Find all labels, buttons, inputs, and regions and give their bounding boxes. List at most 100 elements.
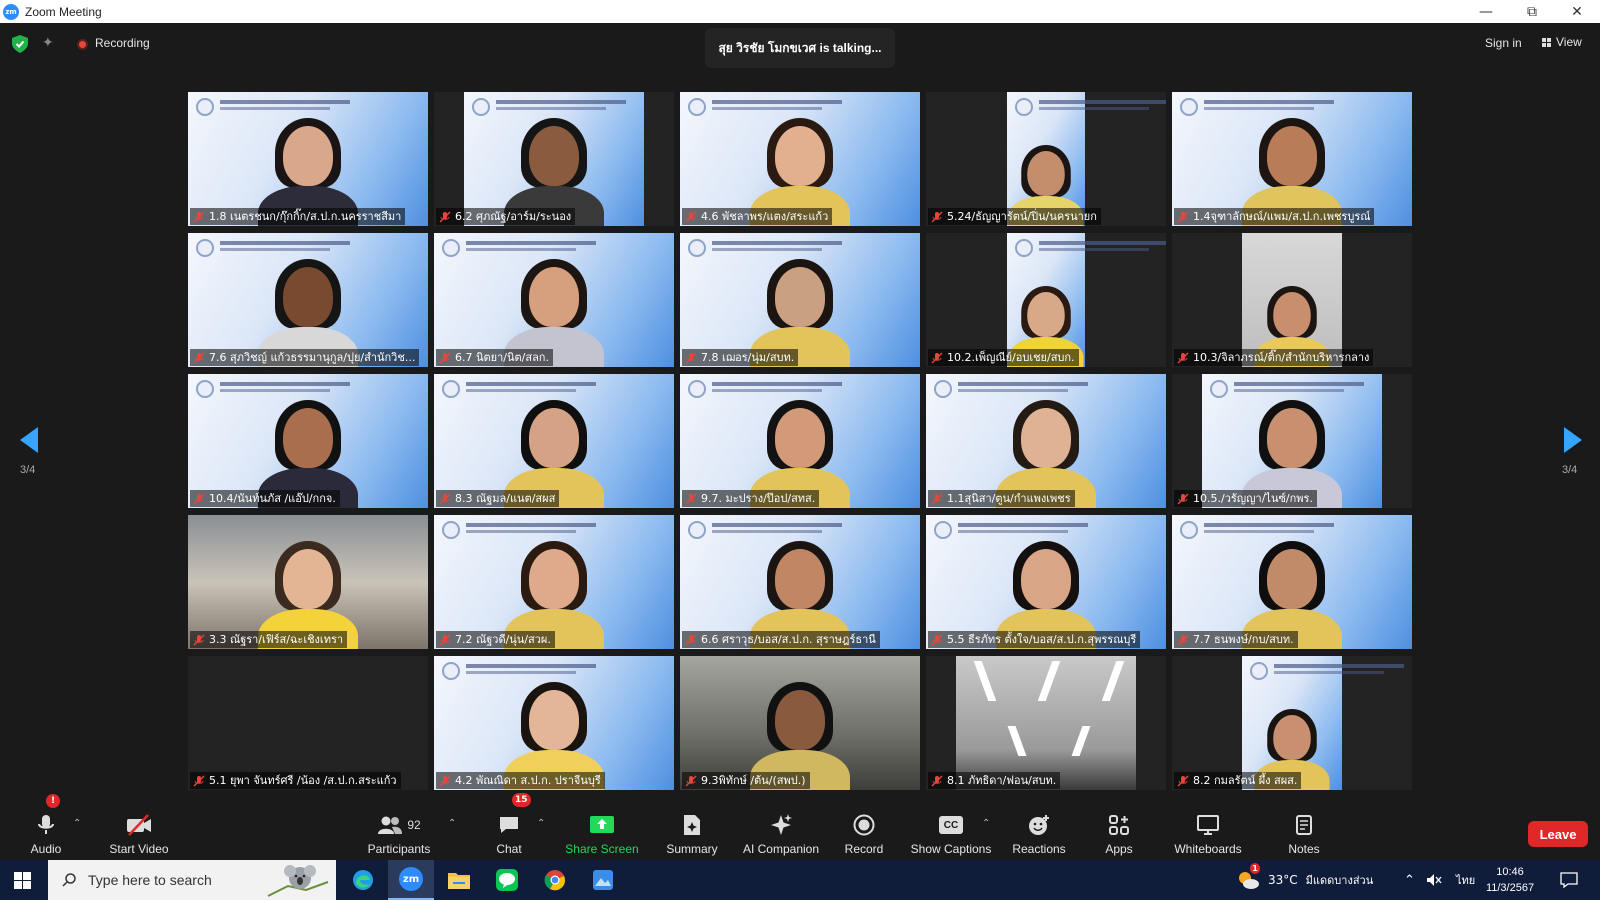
- previous-page-arrow-icon[interactable]: [20, 427, 38, 453]
- mic-muted-icon: [1177, 493, 1189, 504]
- seal-icon: [1180, 98, 1198, 116]
- participant-name: 4.2 พัณณิดา ส.ป.ก. ปราจีนบุรี: [455, 774, 601, 787]
- security-shield-icon[interactable]: [12, 35, 28, 53]
- close-button[interactable]: ✕: [1554, 0, 1600, 23]
- active-speaker-banner: สุย วิรชัย โมกขเวศ is talking...: [705, 28, 895, 68]
- meeting-topbar: ✦ Recording สุย วิรชัย โมกขเวศ is talkin…: [0, 23, 1600, 68]
- participant-tile[interactable]: 1.8 เนตรชนก/กุ๊กกิ๊ก/ส.ป.ก.นครราชสีมา: [188, 92, 428, 226]
- participant-name-label: 5.24/ธัญญารัตน์/ปิ่น/นครนายก: [928, 208, 1101, 225]
- participant-tile[interactable]: 7.6 สุภวิชญ์ แก้วธรรมานุกูล/ปุย/สำนักวิช…: [188, 233, 428, 367]
- notes-label: Notes: [1288, 842, 1320, 856]
- participant-tile[interactable]: 1.1สุนิสา/ตูน/กำแพงเพชร: [926, 374, 1166, 508]
- participant-video: [434, 515, 674, 649]
- participant-video: [434, 233, 674, 367]
- taskbar-zoom-icon[interactable]: zm: [388, 860, 434, 900]
- ai-companion-button[interactable]: AI Companion: [736, 804, 826, 856]
- taskbar-chrome-icon[interactable]: [532, 860, 578, 900]
- participant-tile[interactable]: 6.2 ศุภณัฐ/อาร์ม/ระนอง: [434, 92, 674, 226]
- start-video-button[interactable]: Start Video: [106, 804, 172, 856]
- notes-button[interactable]: Notes: [1286, 804, 1322, 856]
- participant-video: [434, 374, 674, 508]
- whiteboard-icon: [1195, 813, 1221, 837]
- audio-options-caret-icon[interactable]: ⌃: [73, 818, 81, 829]
- participant-tile[interactable]: 7.7 ธนพงษ์/กบ/สบท.: [1172, 515, 1412, 649]
- taskbar-photos-icon[interactable]: [580, 860, 626, 900]
- taskbar-search-box[interactable]: Type here to search: [48, 860, 336, 900]
- taskbar-file-explorer-icon[interactable]: [436, 860, 482, 900]
- participant-name: 9.7. มะปราง/ป๊อป/สทส.: [701, 492, 816, 505]
- participants-icon: 92: [372, 813, 426, 837]
- apps-label: Apps: [1105, 842, 1133, 856]
- record-button[interactable]: Record: [844, 804, 884, 856]
- participant-tile[interactable]: 10.2.เพ็ญณีย์/อบเชย/สบก.: [926, 233, 1166, 367]
- participant-video: [188, 515, 428, 649]
- share-screen-button[interactable]: Share Screen: [564, 804, 640, 856]
- whiteboards-button[interactable]: Whiteboards: [1174, 804, 1242, 856]
- participant-tile[interactable]: 9.3พิทักษ์ /ต้น/(สพป.): [680, 656, 920, 790]
- participant-tile[interactable]: 4.2 พัณณิดา ส.ป.ก. ปราจีนบุรี: [434, 656, 674, 790]
- taskbar-line-icon[interactable]: [484, 860, 530, 900]
- participant-name-label: 8.3 ณัฐมล/แนต/สผส: [436, 490, 560, 507]
- participant-name: 8.3 ณัฐมล/แนต/สผส: [455, 492, 556, 505]
- summary-button[interactable]: Summary: [662, 804, 722, 856]
- participant-tile[interactable]: 4.6 พัชลาพร/แตง/สระแก้ว: [680, 92, 920, 226]
- participant-tile[interactable]: 5.24/ธัญญารัตน์/ปิ่น/นครนายก: [926, 92, 1166, 226]
- participant-tile[interactable]: 8.2 กมลรัตน์ ผึ้ง สผส.: [1172, 656, 1412, 790]
- taskbar-clock[interactable]: 10:46 11/3/2567: [1480, 864, 1540, 896]
- participant-tile[interactable]: 1.4จุฑาลักษณ์/แพม/ส.ป.ก.เพชรบูรณ์: [1172, 92, 1412, 226]
- sparkle-icon[interactable]: ✦: [42, 35, 58, 51]
- recording-label: Recording: [95, 36, 150, 50]
- participant-tile[interactable]: 3.3 ณัฐรา/เฟิร์ส/ฉะเชิงเทรา: [188, 515, 428, 649]
- participant-tile[interactable]: 9.7. มะปราง/ป๊อป/สทส.: [680, 374, 920, 508]
- weather-widget[interactable]: 1 33°C มีแดดบางส่วน: [1236, 860, 1373, 900]
- participant-tile[interactable]: 10.5./วรัญญา/ไนซ์/กพร.: [1172, 374, 1412, 508]
- chat-options-caret-icon[interactable]: ⌃: [537, 818, 545, 829]
- participant-name: 1.8 เนตรชนก/กุ๊กกิ๊ก/ส.ป.ก.นครราชสีมา: [209, 210, 402, 223]
- participant-tile[interactable]: 10.3/จิลาภรณ์/ติ๊ก/สำนักบริหารกลาง: [1172, 233, 1412, 367]
- participant-video: [926, 374, 1166, 508]
- chat-button[interactable]: Chat: [493, 804, 525, 856]
- seal-icon: [934, 521, 952, 539]
- captions-options-caret-icon[interactable]: ⌃: [982, 818, 990, 829]
- minimize-button[interactable]: —: [1463, 0, 1509, 23]
- show-captions-button[interactable]: CC Show Captions: [910, 804, 992, 856]
- participant-tile[interactable]: 6.7 นิตยา/นิต/สลก.: [434, 233, 674, 367]
- participant-tile[interactable]: 10.4/นันท์นภัส /แอ๊ป/กกจ.: [188, 374, 428, 508]
- view-button[interactable]: View: [1542, 35, 1582, 49]
- participants-options-caret-icon[interactable]: ⌃: [448, 818, 456, 829]
- participant-name: 10.5./วรัญญา/ไนซ์/กพร.: [1193, 492, 1313, 505]
- participant-tile[interactable]: 6.6 ศราวุธ/บอส/ส.ป.ก. สุราษฎร์ธานี: [680, 515, 920, 649]
- show-hidden-icons-chevron-icon[interactable]: ⌃: [1404, 860, 1415, 900]
- participant-video: [926, 515, 1166, 649]
- participant-tile[interactable]: 8.3 ณัฐมล/แนต/สผส: [434, 374, 674, 508]
- participant-tile[interactable]: 7.2 ณัฐวดี/นุ่น/สวผ.: [434, 515, 674, 649]
- participant-tile[interactable]: 5.5 ธีรภัทร ตั้งใจ/บอส/ส.ป.ก.สุพรรณบุรี: [926, 515, 1166, 649]
- volume-muted-icon[interactable]: [1426, 860, 1442, 900]
- reactions-label: Reactions: [1012, 842, 1066, 856]
- virtual-background-banner: [1011, 96, 1166, 118]
- windows-start-icon[interactable]: [14, 872, 31, 889]
- clock-time: 10:46: [1496, 866, 1524, 878]
- sign-in-link[interactable]: Sign in: [1485, 36, 1522, 50]
- notification-center-icon[interactable]: [1560, 860, 1578, 900]
- seal-icon: [472, 98, 490, 116]
- audio-button[interactable]: Audio: [26, 804, 66, 856]
- mic-muted-icon: [439, 352, 451, 363]
- participant-tile[interactable]: 8.1 ภัทธิดา/ฟอน/สบท.: [926, 656, 1166, 790]
- input-language-indicator[interactable]: ไทย: [1456, 860, 1475, 900]
- next-page-arrow-icon[interactable]: [1564, 427, 1582, 453]
- participant-name: 4.6 พัชลาพร/แตง/สระแก้ว: [701, 210, 829, 223]
- mic-muted-icon: [439, 634, 451, 645]
- apps-button[interactable]: Apps: [1104, 804, 1134, 856]
- taskbar-zoom-label: zm: [399, 867, 423, 891]
- participant-tile[interactable]: 7.8 เฌอร/นุ่ม/สบท.: [680, 233, 920, 367]
- reactions-button[interactable]: Reactions: [1010, 804, 1068, 856]
- participant-tile[interactable]: 5.1 ยุพา จันทร์ศรี /น้อง /ส.ป.ก.สระแก้ว: [188, 656, 428, 790]
- participants-button[interactable]: 92 Participants: [364, 804, 434, 856]
- record-icon: [851, 813, 877, 837]
- restore-button[interactable]: ⧉: [1509, 0, 1555, 23]
- mic-muted-icon: [1177, 775, 1189, 786]
- mic-muted-icon: [685, 352, 697, 363]
- leave-button[interactable]: Leave: [1528, 821, 1588, 847]
- taskbar-edge-icon[interactable]: [340, 860, 386, 900]
